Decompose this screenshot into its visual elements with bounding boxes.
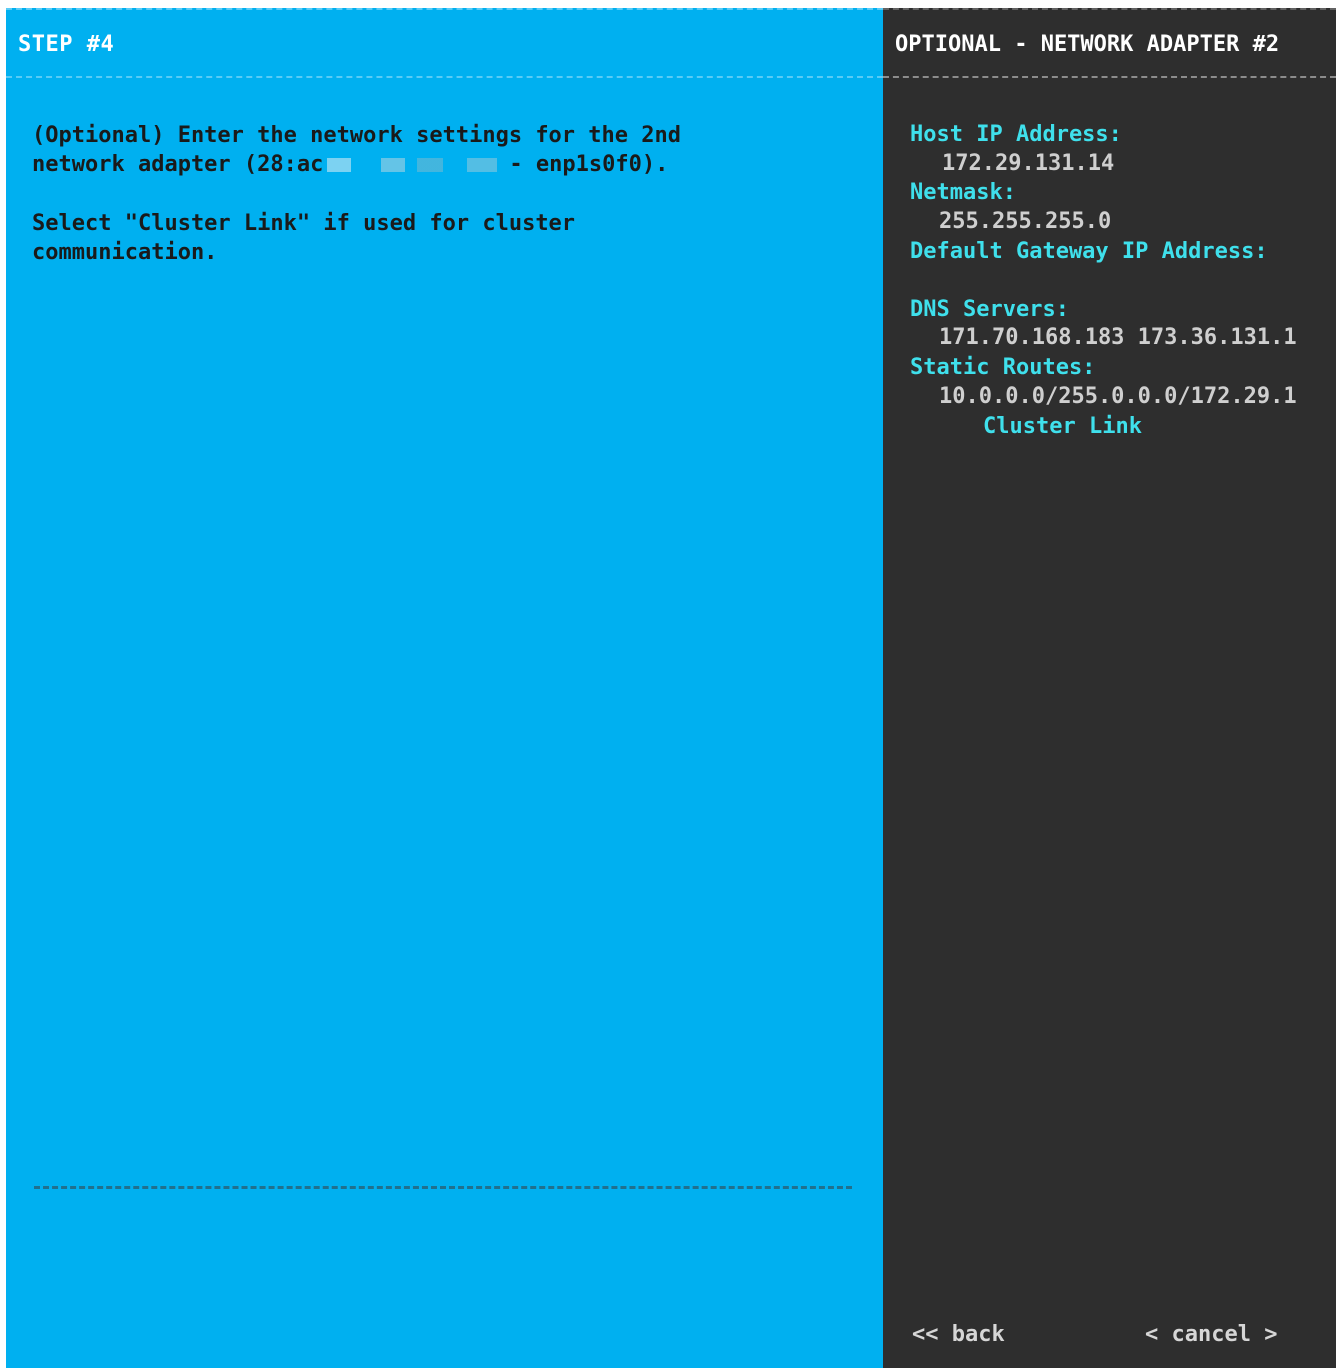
adapter-header: OPTIONAL - NETWORK ADAPTER #2 bbox=[883, 8, 1336, 78]
gateway-label: Default Gateway IP Address: bbox=[910, 239, 1268, 264]
installer-screen: STEP #4 (Optional) Enter the network set… bbox=[6, 8, 1336, 1368]
static-routes-field[interactable]: 10.0.0.0/255.0.0.0/172.29.1 bbox=[939, 384, 1297, 409]
description-line-2: network adapter (28:ac - enp1s0f0). bbox=[32, 150, 668, 179]
netmask-label: Netmask: bbox=[910, 180, 1016, 205]
step-title: STEP #4 bbox=[18, 32, 115, 57]
step-header: STEP #4 bbox=[6, 8, 883, 78]
description-line-2-suffix: - enp1s0f0). bbox=[509, 152, 669, 177]
cancel-button[interactable]: < cancel > bbox=[1145, 1322, 1277, 1347]
adapter-title: OPTIONAL - NETWORK ADAPTER #2 bbox=[895, 32, 1280, 57]
cluster-link-checkbox[interactable]: Cluster Link bbox=[983, 414, 1142, 439]
host-ip-field[interactable]: 172.29.131.14 bbox=[942, 151, 1114, 176]
static-routes-label: Static Routes: bbox=[910, 355, 1096, 380]
description-line-3: Select "Cluster Link" if used for cluste… bbox=[32, 211, 576, 236]
description-line-4: communication. bbox=[32, 240, 218, 265]
dns-servers-label: DNS Servers: bbox=[910, 297, 1069, 322]
host-ip-label: Host IP Address: bbox=[910, 122, 1122, 147]
description-line-2-prefix: network adapter (28:ac bbox=[32, 152, 324, 177]
gateway-field[interactable] bbox=[939, 268, 1319, 294]
netmask-field[interactable]: 255.255.255.0 bbox=[939, 209, 1111, 234]
step-description-panel: STEP #4 (Optional) Enter the network set… bbox=[6, 8, 883, 1368]
redacted-mac-address bbox=[327, 158, 506, 172]
panel-divider bbox=[34, 1186, 852, 1189]
description-line-1: (Optional) Enter the network settings fo… bbox=[32, 123, 682, 148]
network-adapter-panel: OPTIONAL - NETWORK ADAPTER #2 Host IP Ad… bbox=[883, 8, 1336, 1368]
dns-servers-field[interactable]: 171.70.168.183 173.36.131.1 bbox=[939, 325, 1297, 350]
back-button[interactable]: << back bbox=[912, 1322, 1005, 1347]
